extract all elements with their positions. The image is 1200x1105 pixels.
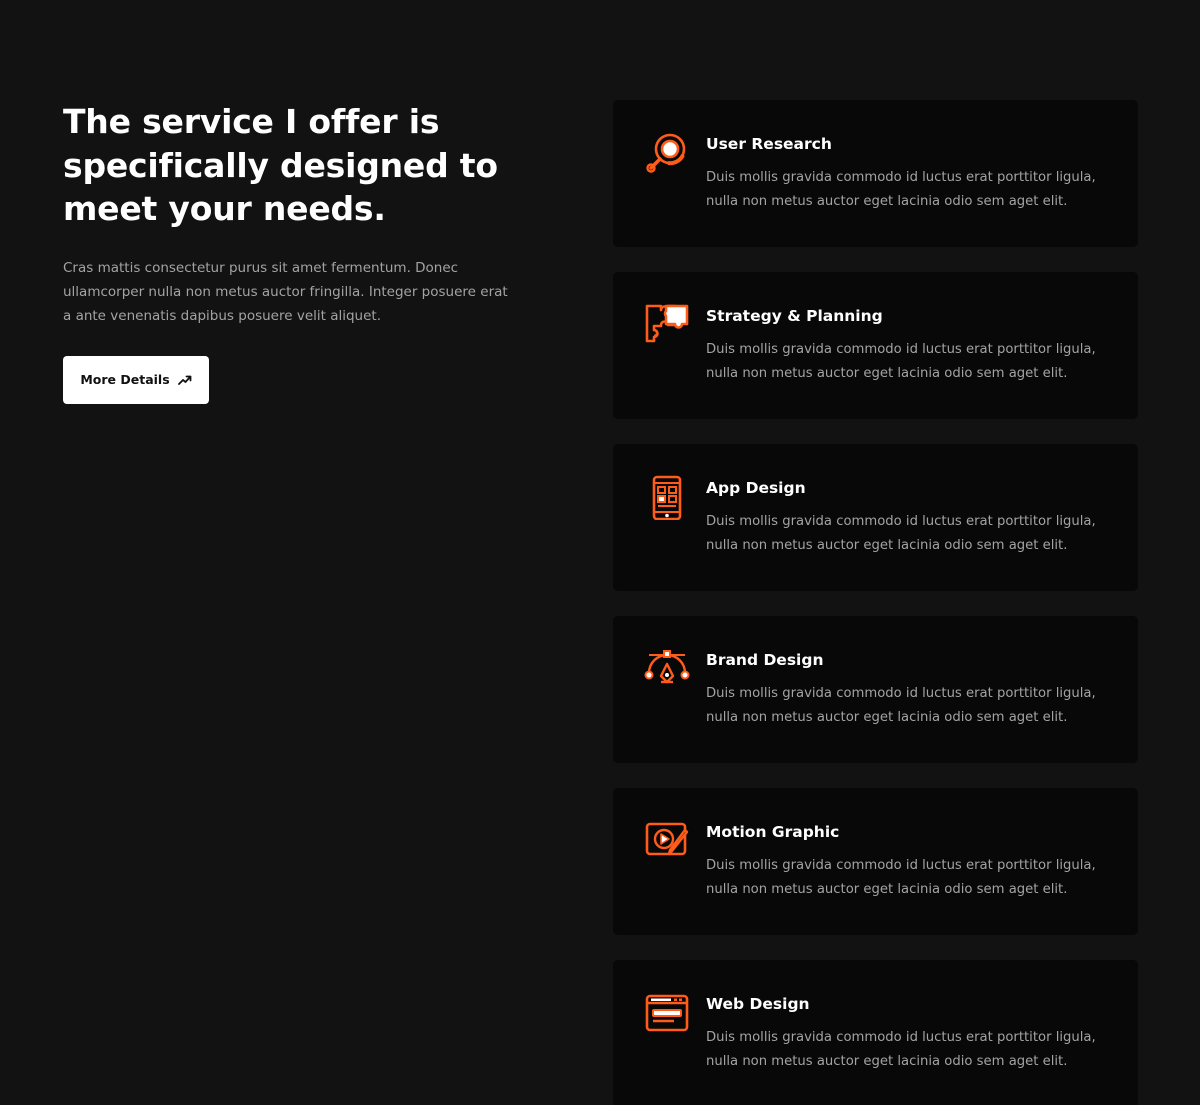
section-heading: The service I offer is specifically desi…: [63, 100, 523, 231]
service-title: Strategy & Planning: [706, 307, 883, 325]
smartphone-icon: [644, 474, 690, 521]
service-description: Duis mollis gravida commodo id luctus er…: [706, 858, 1096, 897]
service-title: Motion Graphic: [706, 823, 840, 841]
video-edit-icon: [644, 818, 690, 864]
service-description: Duis mollis gravida commodo id luctus er…: [706, 514, 1096, 553]
service-card-web-design[interactable]: Web Design Duis mollis gravida commodo i…: [613, 960, 1138, 1105]
service-description: Duis mollis gravida commodo id luctus er…: [706, 342, 1096, 381]
service-card-user-research[interactable]: User Research Duis mollis gravida commod…: [613, 100, 1138, 247]
services-section: The service I offer is specifically desi…: [0, 0, 1200, 1105]
service-card-brand-design[interactable]: Brand Design Duis mollis gravida commodo…: [613, 616, 1138, 763]
heading-line: meet your needs.: [63, 189, 386, 228]
more-details-label: More Details: [80, 372, 170, 387]
service-card-motion-graphic[interactable]: Motion Graphic Duis mollis gravida commo…: [613, 788, 1138, 935]
heading-line: specifically designed to: [63, 145, 498, 185]
browser-window-icon: [644, 990, 690, 1036]
service-title: Brand Design: [706, 651, 824, 669]
service-description: Duis mollis gravida commodo id luctus er…: [706, 170, 1096, 209]
services-list: User Research Duis mollis gravida commod…: [613, 100, 1138, 1105]
service-title: User Research: [706, 135, 832, 153]
pen-tool-icon: [644, 646, 690, 692]
services-intro: The service I offer is specifically desi…: [63, 100, 523, 404]
service-title: Web Design: [706, 995, 810, 1013]
puzzle-icon: [644, 302, 690, 348]
service-description: Duis mollis gravida commodo id luctus er…: [706, 1030, 1096, 1069]
service-card-strategy-planning[interactable]: Strategy & Planning Duis mollis gravida …: [613, 272, 1138, 419]
arrow-up-right-icon: [177, 374, 192, 386]
service-card-app-design[interactable]: App Design Duis mollis gravida commodo i…: [613, 444, 1138, 591]
intro-paragraph: Cras mattis consectetur purus sit amet f…: [63, 259, 508, 324]
service-description: Duis mollis gravida commodo id luctus er…: [706, 686, 1096, 725]
more-details-button[interactable]: More Details: [63, 355, 209, 404]
heading-line: The service I offer is: [63, 102, 440, 141]
service-title: App Design: [706, 479, 806, 497]
magnifier-icon: [644, 130, 690, 176]
